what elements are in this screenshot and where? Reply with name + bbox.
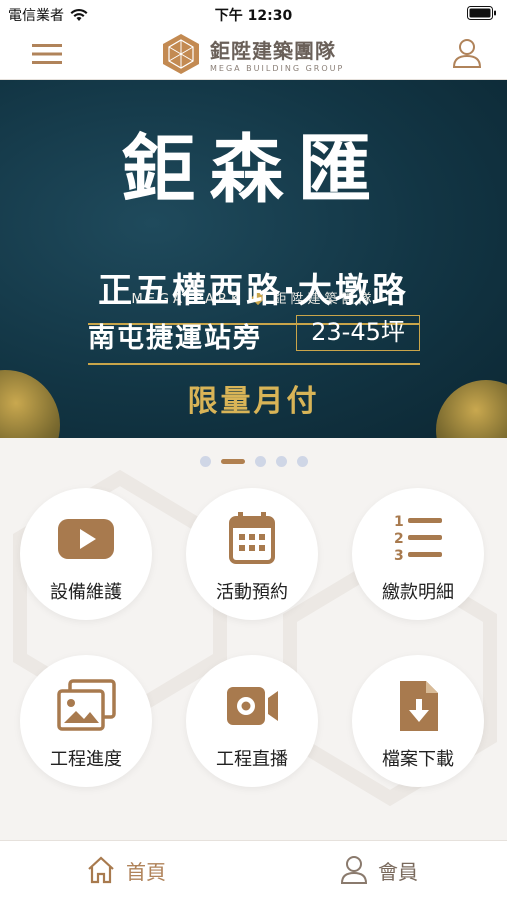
feature-label: 工程直播 [216, 749, 288, 770]
gold-divider-lower [88, 363, 420, 365]
feature-label: 檔案下載 [382, 749, 454, 770]
calendar-icon [229, 512, 275, 564]
tab-member-label: 會員 [378, 859, 418, 884]
battery-icon [467, 6, 497, 24]
numbered-list-icon: 1 2 3 [394, 514, 442, 564]
svg-text:1: 1 [394, 514, 404, 530]
banner-road: 正五權西路‧大墩路 [98, 271, 409, 311]
feature-construction-progress[interactable]: 工程進度 [20, 655, 152, 787]
feature-file-download[interactable]: 檔案下載 [352, 655, 484, 787]
svg-text:2: 2 [394, 531, 404, 547]
brand-logo: 鉅陞建築團隊 MEGA BUILDING GROUP [160, 31, 344, 77]
feature-payment-details[interactable]: 1 2 3 繳款明細 [352, 488, 484, 620]
banner-size: 23-45坪 [296, 315, 420, 351]
feature-equipment-maintenance[interactable]: 設備維護 [20, 488, 152, 620]
user-icon [340, 856, 368, 884]
feature-construction-live[interactable]: 工程直播 [186, 655, 318, 787]
promo-banner[interactable]: 鉅森匯 MEGA PARK 鉅陞建築團隊 正五權西路‧大墩路 南屯捷運站旁 23-… [0, 80, 507, 438]
file-download-icon [400, 681, 438, 731]
brand-subtitle: MEGA BUILDING GROUP [210, 64, 345, 73]
banner-station: 南屯捷運站旁 [88, 323, 262, 354]
feature-label: 活動預約 [216, 582, 288, 603]
hamburger-icon [32, 44, 62, 64]
bottom-tab-bar: 首頁 會員 [0, 840, 507, 900]
status-time: 下午 12:30 [214, 8, 293, 24]
tab-member[interactable]: 會員 [340, 855, 418, 885]
profile-button[interactable] [451, 37, 483, 69]
feature-label: 工程進度 [50, 749, 122, 770]
hexagon-logo-icon [163, 34, 199, 74]
status-bar: 電信業者 下午 12:30 [0, 0, 507, 28]
app-header: 鉅陞建築團隊 MEGA BUILDING GROUP [0, 28, 507, 80]
feature-label: 設備維護 [50, 582, 122, 603]
feature-event-booking[interactable]: 活動預約 [186, 488, 318, 620]
svg-text:3: 3 [394, 548, 404, 564]
tab-home[interactable]: 首頁 [86, 855, 166, 885]
tab-home-label: 首頁 [126, 859, 166, 884]
brand-name: 鉅陞建築團隊 [210, 39, 336, 63]
gallery-icon [57, 679, 116, 731]
user-icon [452, 39, 482, 68]
feature-label: 繳款明細 [382, 582, 454, 603]
video-camera-icon [227, 687, 278, 725]
banner-promo: 限量月付 [187, 384, 320, 419]
banner-title: 鉅森匯 [121, 127, 386, 213]
home-icon [88, 856, 114, 884]
video-play-icon [58, 519, 114, 559]
menu-button[interactable] [30, 40, 64, 68]
